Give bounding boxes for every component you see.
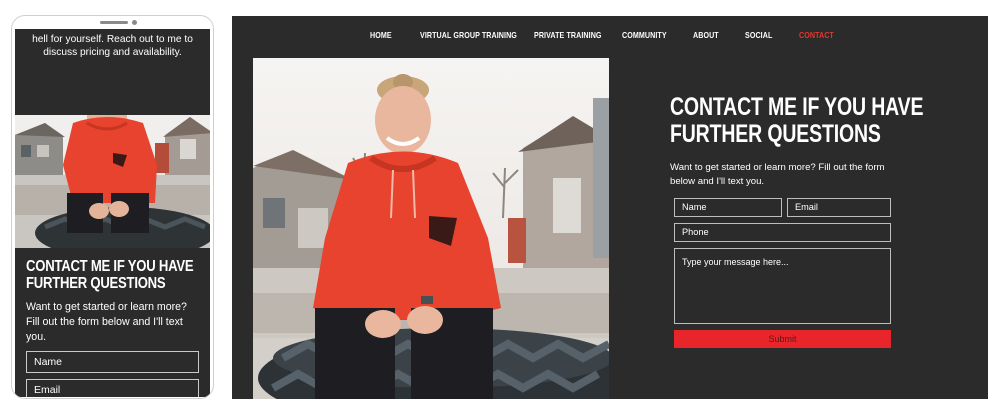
nav-private-training[interactable]: PRIVATE TRAINING [534, 30, 602, 40]
desktop-email-field[interactable]: Email [787, 198, 891, 217]
nav-virtual-group-training[interactable]: VIRTUAL GROUP TRAINING [420, 30, 517, 40]
desktop-message-field[interactable]: Type your message here... [674, 248, 891, 324]
mobile-contact-section: CONTACT ME IF YOU HAVE FURTHER QUESTIONS… [15, 248, 210, 397]
main-navigation: HOME VIRTUAL GROUP TRAINING PRIVATE TRAI… [232, 30, 988, 44]
desktop-name-field[interactable]: Name [674, 198, 782, 217]
desktop-phone-field[interactable]: Phone [674, 223, 891, 242]
desktop-trainer-photo [253, 58, 609, 399]
nav-community[interactable]: COMMUNITY [622, 30, 667, 40]
desktop-contact-description: Want to get started or learn more? Fill … [670, 162, 885, 187]
phone-speaker [100, 21, 128, 24]
mobile-intro-text: hell for yourself. Reach out to me to di… [32, 34, 193, 58]
mobile-mockup: hell for yourself. Reach out to me to di… [11, 15, 214, 399]
desktop-contact-heading: CONTACT ME IF YOU HAVE FURTHER QUESTIONS [670, 93, 924, 148]
submit-button[interactable]: Submit [674, 330, 891, 348]
nav-social[interactable]: SOCIAL [745, 30, 772, 40]
phone-camera [132, 20, 137, 25]
desktop-mockup: HOME VIRTUAL GROUP TRAINING PRIVATE TRAI… [232, 16, 988, 399]
nav-about[interactable]: ABOUT [693, 30, 719, 40]
nav-home[interactable]: HOME [370, 30, 392, 40]
mobile-email-field[interactable]: Email [26, 379, 199, 397]
mobile-trainer-photo [15, 115, 210, 248]
mobile-screen: hell for yourself. Reach out to me to di… [15, 29, 210, 397]
mobile-contact-heading: CONTACT ME IF YOU HAVE FURTHER QUESTIONS [26, 258, 194, 292]
nav-contact[interactable]: CONTACT [799, 30, 834, 40]
mobile-name-field[interactable]: Name [26, 351, 199, 373]
mobile-contact-description: Want to get started or learn more? Fill … [26, 301, 187, 343]
